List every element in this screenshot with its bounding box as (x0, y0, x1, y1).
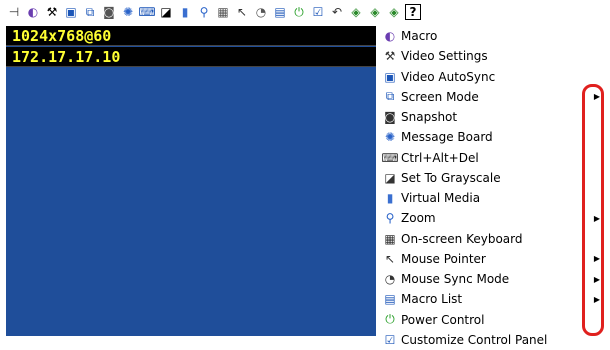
keyboard-icon: ▦ (384, 231, 396, 246)
exit-icon[interactable]: ↶ (329, 4, 345, 20)
menu-item-snapshot[interactable]: ◙ Snapshot (376, 107, 610, 127)
menu-item-screen-mode[interactable]: ⧉ Screen Mode ▶ (376, 87, 610, 107)
mouse-pointer-icon: ↖ (384, 251, 396, 266)
grayscale-icon: ◪ (384, 170, 396, 185)
macro-icon[interactable]: ◐ (25, 4, 41, 20)
help-icon[interactable]: ? (405, 4, 421, 20)
menu-item-power-control[interactable]: ⏻ Power Control (376, 310, 610, 330)
menu-item-label: Video AutoSync (401, 69, 496, 84)
resolution-readout: 1024x768@60 (6, 26, 376, 46)
menu-item-label: Mouse Pointer (401, 251, 486, 266)
menu-item-label: Macro List (401, 292, 463, 307)
zoom-icon[interactable]: ⚲ (196, 4, 212, 20)
customize-panel-icon: ☑ (384, 332, 396, 347)
submenu-arrows-highlight (582, 84, 604, 336)
mouse-sync-icon[interactable]: ◔ (253, 4, 269, 20)
virtual-media-icon: ▮ (386, 191, 394, 206)
record-icon-3[interactable]: ◈ (386, 4, 402, 20)
power-icon[interactable]: ⏻ (291, 4, 307, 20)
power-icon: ⏻ (385, 312, 395, 327)
ip-address-readout: 172.17.17.10 (6, 47, 376, 67)
virtual-media-icon[interactable]: ▮ (177, 4, 193, 20)
pin-icon[interactable]: ⊣ (6, 4, 22, 20)
menu-item-label: Macro (401, 29, 438, 44)
menu-item-virtual-media[interactable]: ▮ Virtual Media (376, 188, 610, 208)
grayscale-icon[interactable]: ◪ (158, 4, 174, 20)
menu-item-label: Video Settings (401, 49, 488, 64)
mouse-sync-icon: ◔ (384, 272, 396, 287)
menu-item-label: Set To Grayscale (401, 170, 501, 185)
menu-item-zoom[interactable]: ⚲ Zoom ▶ (376, 208, 610, 228)
menu-item-mouse-pointer[interactable]: ↖ Mouse Pointer ▶ (376, 249, 610, 269)
menu-item-label: On-screen Keyboard (401, 231, 523, 246)
screen-mode-icon: ⧉ (385, 89, 395, 104)
ctrl-alt-del-icon[interactable]: ⌨ (138, 4, 155, 20)
video-autosync-icon: ▣ (384, 69, 396, 84)
menu-item-macro[interactable]: ◐ Macro (376, 26, 610, 46)
menu-item-label: Screen Mode (401, 89, 479, 104)
menu-item-label: Virtual Media (401, 191, 481, 206)
menu-item-video-autosync[interactable]: ▣ Video AutoSync (376, 67, 610, 87)
mouse-pointer-icon[interactable]: ↖ (234, 4, 250, 20)
menu-item-message-board[interactable]: ✺ Message Board (376, 127, 610, 147)
control-panel-toolbar: ⊣ ◐ ⚒ ▣ ⧉ ◙ ✺ ⌨ ◪ ▮ ⚲ ▦ ↖ ◔ ▤ ⏻ ☑ ↶ ◈ ◈ ◈? (0, 0, 448, 24)
macro-icon: ◐ (384, 29, 396, 44)
ctrl-alt-del-icon: ⌨ (381, 150, 399, 165)
menu-item-video-settings[interactable]: ⚒ Video Settings (376, 46, 610, 66)
menu-item-label: Mouse Sync Mode (401, 272, 510, 287)
menu-item-label: Power Control (401, 312, 485, 327)
menu-item-label: Zoom (401, 211, 436, 226)
menu-item-customize-control-panel[interactable]: ☑ Customize Control Panel (376, 330, 610, 350)
screen-mode-icon[interactable]: ⧉ (82, 4, 98, 20)
camera-icon[interactable]: ◙ (101, 4, 117, 20)
keyboard-icon[interactable]: ▦ (215, 4, 231, 20)
camera-icon: ◙ (384, 110, 396, 125)
menu-item-set-to-grayscale[interactable]: ◪ Set To Grayscale (376, 168, 610, 188)
macro-list-icon[interactable]: ▤ (272, 4, 288, 20)
zoom-icon: ⚲ (385, 211, 395, 226)
menu-item-mouse-sync-mode[interactable]: ◔ Mouse Sync Mode ▶ (376, 269, 610, 289)
control-panel-menu: ◐ Macro ⚒ Video Settings ▣ Video AutoSync ⧉ Scr… (376, 26, 610, 347)
record-icon-1[interactable]: ◈ (348, 4, 364, 20)
menu-item-label: Ctrl+Alt+Del (401, 150, 479, 165)
record-icon-2[interactable]: ◈ (367, 4, 383, 20)
hammer-icon: ⚒ (384, 49, 396, 64)
video-autosync-icon[interactable]: ▣ (63, 4, 79, 20)
macro-list-icon: ▤ (384, 292, 396, 307)
hammer-icon[interactable]: ⚒ (44, 4, 60, 20)
menu-item-ctrl-alt-del[interactable]: ⌨ Ctrl+Alt+Del (376, 148, 610, 168)
menu-item-on-screen-keyboard[interactable]: ▦ On-screen Keyboard (376, 229, 610, 249)
menu-item-label: Customize Control Panel (401, 332, 548, 347)
menu-item-macro-list[interactable]: ▤ Macro List ▶ (376, 289, 610, 309)
message-board-icon: ✺ (384, 130, 396, 145)
message-board-icon[interactable]: ✺ (120, 4, 136, 20)
menu-item-label: Message Board (401, 130, 493, 145)
menu-item-label: Snapshot (401, 110, 458, 125)
customize-panel-icon[interactable]: ☑ (310, 4, 326, 20)
